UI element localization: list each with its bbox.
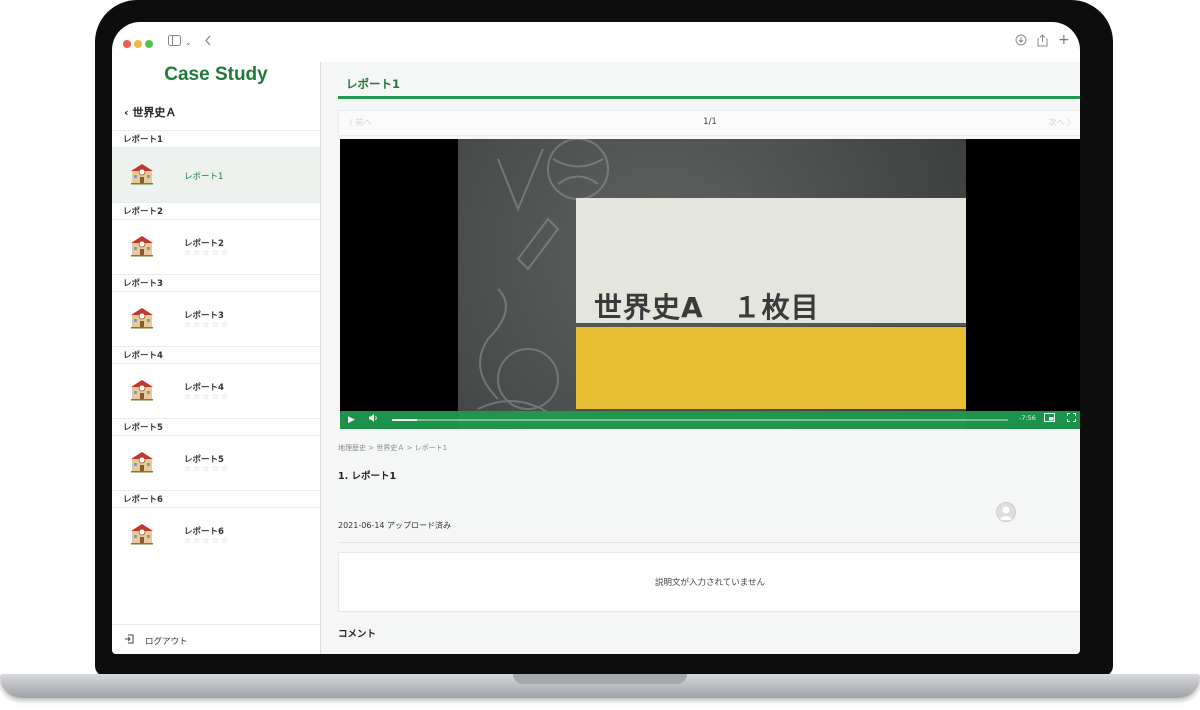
comment-heading: コメント <box>338 629 377 640</box>
description-text: 説明文が入力されていません <box>655 578 765 588</box>
seek-bar[interactable] <box>392 419 1008 421</box>
star-rating[interactable]: ☆☆☆☆☆ <box>184 464 230 473</box>
section-header: レポート4 <box>112 346 320 364</box>
section-header: レポート1 <box>112 130 320 148</box>
star-rating[interactable]: ☆☆☆☆☆ <box>184 248 230 257</box>
sidebar-item-report-5[interactable]: レポート5 ☆☆☆☆☆ <box>112 436 320 490</box>
sidebar-item-label: レポート1 <box>184 172 224 182</box>
video-controls: ▶ -7:56 <box>340 411 1080 429</box>
volume-icon[interactable] <box>368 413 378 428</box>
sidebar-item-report-4[interactable]: レポート4 ☆☆☆☆☆ <box>112 364 320 418</box>
star-rating[interactable]: ☆☆☆☆☆ <box>184 536 230 545</box>
screen: ⌄ + Case Study ‹ 世界史Ａ レポート1 レポート1 レポート2 <box>112 22 1080 654</box>
school-building-icon <box>131 164 153 185</box>
close-window-button[interactable] <box>123 40 131 48</box>
section-header: レポート3 <box>112 274 320 292</box>
slide-title: 世界史A １枚目 <box>594 291 820 324</box>
back-to-course-link[interactable]: ‹ 世界史Ａ <box>124 104 176 120</box>
next-page-button[interactable]: 次へ 〉 <box>1048 117 1075 128</box>
main-content: レポート1 〈 前へ 1/1 次へ 〉 世界史A １枚目 ▶ -7:56 地理歴… <box>321 62 1080 654</box>
section-header: レポート2 <box>112 202 320 220</box>
logout-icon <box>125 634 134 644</box>
play-icon[interactable]: ▶ <box>348 413 355 427</box>
sidebar-item-report-3[interactable]: レポート3 ☆☆☆☆☆ <box>112 292 320 346</box>
title-underline <box>338 96 1080 99</box>
page-count: 1/1 <box>703 117 717 127</box>
section-header: レポート5 <box>112 418 320 436</box>
sidebar-icon[interactable] <box>168 34 181 50</box>
star-rating[interactable]: ☆☆☆☆☆ <box>184 392 230 401</box>
star-rating[interactable]: ☆☆☆☆☆ <box>184 320 230 329</box>
sidebar-item-report-1[interactable]: レポート1 <box>112 148 320 202</box>
logout-label: ログアウト <box>145 637 188 647</box>
description-box: 説明文が入力されていません <box>338 552 1080 612</box>
chevron-left-icon[interactable] <box>204 34 212 50</box>
fullscreen-icon[interactable] <box>1067 413 1076 427</box>
upload-date: 2021-06-14 アップロード済み <box>338 521 452 530</box>
video-player[interactable]: 世界史A １枚目 ▶ -7:56 <box>340 139 1080 429</box>
breadcrumb[interactable]: 地理歴史 > 世界史Ａ > レポート1 <box>338 443 447 453</box>
time-remaining: -7:56 <box>1019 414 1036 422</box>
laptop-notch <box>513 674 687 684</box>
sidebar: Case Study ‹ 世界史Ａ レポート1 レポート1 レポート2 レポート… <box>112 62 321 654</box>
user-icon <box>999 506 1013 520</box>
school-building-icon <box>131 236 153 257</box>
item-heading: 1. レポート1 <box>338 471 397 482</box>
logout-button[interactable]: ログアウト <box>112 624 320 654</box>
sidebar-item-report-2[interactable]: レポート2 ☆☆☆☆☆ <box>112 220 320 274</box>
maximize-window-button[interactable] <box>145 40 153 48</box>
course-name: 世界史Ａ <box>132 106 177 119</box>
page-title: レポート1 <box>346 77 401 91</box>
slide-divider <box>576 323 966 326</box>
avatar[interactable] <box>996 502 1016 522</box>
plus-icon[interactable]: + <box>1058 32 1070 48</box>
minimize-window-button[interactable] <box>134 40 142 48</box>
school-building-icon <box>131 524 153 545</box>
seek-bar-progress <box>392 419 417 421</box>
browser-toolbar: ⌄ + <box>112 22 1080 62</box>
picture-in-picture-icon[interactable] <box>1044 413 1055 427</box>
sidebar-item-report-6[interactable]: レポート6 ☆☆☆☆☆ <box>112 508 320 562</box>
app-logo[interactable]: Case Study <box>112 64 320 86</box>
divider <box>338 542 1080 543</box>
slide-highlight-band <box>576 327 966 409</box>
school-building-icon <box>131 380 153 401</box>
share-icon[interactable] <box>1037 34 1048 51</box>
pager: 〈 前へ 1/1 次へ 〉 <box>338 110 1080 136</box>
school-building-icon <box>131 308 153 329</box>
chevron-down-icon[interactable]: ⌄ <box>185 35 192 51</box>
download-icon[interactable] <box>1015 34 1027 50</box>
section-header: レポート6 <box>112 490 320 508</box>
school-building-icon <box>131 452 153 473</box>
